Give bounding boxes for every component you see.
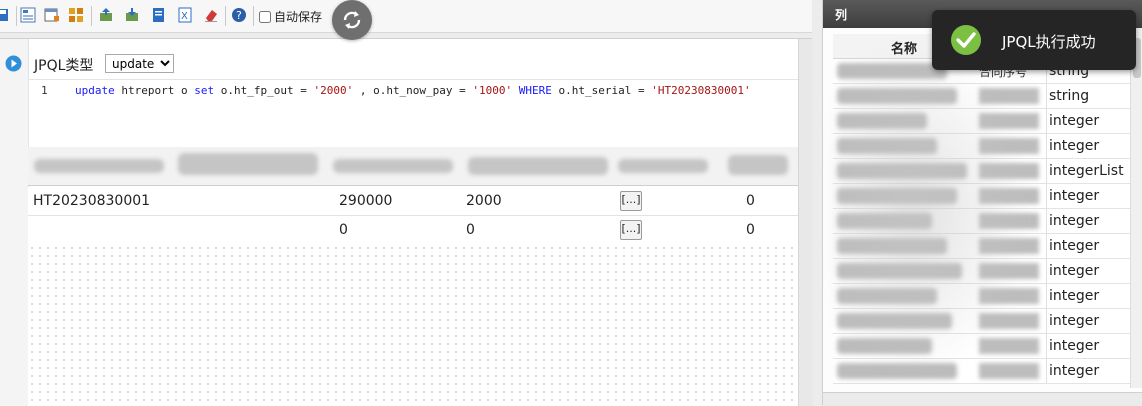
column-divider	[1046, 234, 1047, 258]
column-type: integer	[1049, 188, 1100, 204]
column-type: integer	[1049, 138, 1100, 154]
toolbar-divider	[91, 6, 92, 26]
toolbar-divider	[225, 6, 226, 26]
columns-scrollbar[interactable]	[1130, 28, 1142, 388]
code-string: '2000'	[313, 84, 354, 97]
column-type: integer	[1049, 338, 1100, 354]
svg-text:?: ?	[236, 9, 242, 22]
vertical-scrollbar[interactable]	[798, 39, 813, 406]
redacted-column-header	[34, 159, 164, 173]
column-type: string	[1049, 88, 1090, 104]
column-divider	[1046, 359, 1047, 383]
column-divider	[1046, 209, 1047, 233]
column-type: integer	[1049, 263, 1100, 279]
column-type: integer	[1049, 288, 1100, 304]
code-line[interactable]: update htreport o set o.ht_fp_out = '200…	[75, 84, 751, 97]
results-empty-area	[28, 244, 798, 406]
column-type: integer	[1049, 113, 1100, 129]
autosave-checkbox[interactable]	[259, 11, 271, 23]
column-type: integer	[1049, 238, 1100, 254]
refresh-button[interactable]	[332, 0, 372, 40]
code-text: , o.ht_now_pay =	[353, 84, 473, 97]
expand-button[interactable]: [...]	[620, 191, 642, 211]
cell-value: 290000	[339, 193, 393, 209]
jpql-type-label: JPQL类型	[34, 58, 94, 74]
table-icon[interactable]	[44, 7, 60, 23]
cell-value: 0	[339, 222, 348, 238]
column-divider	[1046, 284, 1047, 308]
success-toast: JPQL执行成功	[932, 10, 1136, 70]
code-text: htreport o	[114, 84, 195, 97]
document-icon[interactable]	[151, 7, 167, 23]
refresh-icon	[343, 11, 361, 29]
code-string: 'HT20230830001'	[651, 84, 751, 97]
column-divider	[1046, 159, 1047, 183]
column-type: integer	[1049, 213, 1100, 229]
run-icon[interactable]	[5, 55, 22, 72]
column-divider	[1046, 259, 1047, 283]
column-divider	[1046, 184, 1047, 208]
eraser-icon[interactable]	[203, 7, 219, 23]
export-icon[interactable]	[124, 7, 140, 23]
autosave-label: 自动保存	[274, 10, 323, 24]
cell-value: 0	[746, 222, 755, 238]
columns-panel-footer	[823, 392, 1142, 406]
line-number: 1	[41, 84, 48, 97]
toolbar-divider	[253, 6, 254, 26]
table-row[interactable]: 0 0 [...] 0	[28, 216, 798, 245]
redacted-column-header	[178, 153, 318, 175]
redacted-column-header	[468, 157, 608, 175]
expand-button[interactable]: [...]	[620, 220, 642, 240]
table-row[interactable]: HT20230830001 290000 2000 [...] 0	[28, 187, 798, 216]
editor-gutter: 1	[29, 80, 59, 150]
cell-value: 0	[746, 193, 755, 209]
results-grid-header	[28, 147, 798, 186]
column-divider	[1046, 109, 1047, 133]
column-type: integerList	[1049, 163, 1124, 179]
columns-panel-title: 列	[835, 8, 848, 22]
excel-icon[interactable]: X	[177, 7, 193, 23]
cell-serial: HT20230830001	[33, 193, 151, 209]
jpql-editor[interactable]: 1 update htreport o set o.ht_fp_out = '2…	[28, 79, 800, 151]
svg-text:X: X	[181, 11, 188, 22]
save-icon[interactable]	[0, 7, 10, 23]
column-type: integer	[1049, 313, 1100, 329]
layout-icon[interactable]	[68, 7, 84, 23]
grid-view-icon[interactable]	[20, 7, 36, 23]
cell-value: 2000	[466, 193, 502, 209]
toolbar-divider	[16, 6, 17, 26]
code-text: o.ht_fp_out =	[214, 84, 314, 97]
code-text: o.ht_serial =	[551, 84, 652, 97]
code-keyword: set	[194, 84, 215, 97]
code-string: '1000'	[472, 84, 513, 97]
column-divider	[1046, 309, 1047, 333]
side-strip	[0, 39, 29, 406]
main-toolbar: X ? 自动保存	[0, 0, 812, 33]
jpql-type-select[interactable]: update	[105, 54, 174, 73]
redaction-overlay	[833, 40, 1033, 380]
column-type: integer	[1049, 363, 1100, 379]
code-keyword: update	[75, 84, 115, 97]
redacted-column-header	[728, 155, 788, 175]
column-divider	[1046, 334, 1047, 358]
cell-value: 0	[466, 222, 475, 238]
query-panel: JPQL类型 update 1 update htreport o set o.…	[0, 38, 813, 406]
column-divider	[1046, 84, 1047, 108]
code-keyword: WHERE	[518, 84, 552, 97]
import-icon[interactable]	[98, 7, 114, 23]
help-icon[interactable]: ?	[231, 7, 247, 23]
redacted-column-header	[333, 159, 453, 173]
check-icon	[951, 25, 981, 55]
autosave-toggle[interactable]: 自动保存	[259, 8, 322, 25]
column-divider	[1046, 134, 1047, 158]
toast-message: JPQL执行成功	[1002, 33, 1096, 51]
redacted-column-header	[618, 159, 708, 173]
